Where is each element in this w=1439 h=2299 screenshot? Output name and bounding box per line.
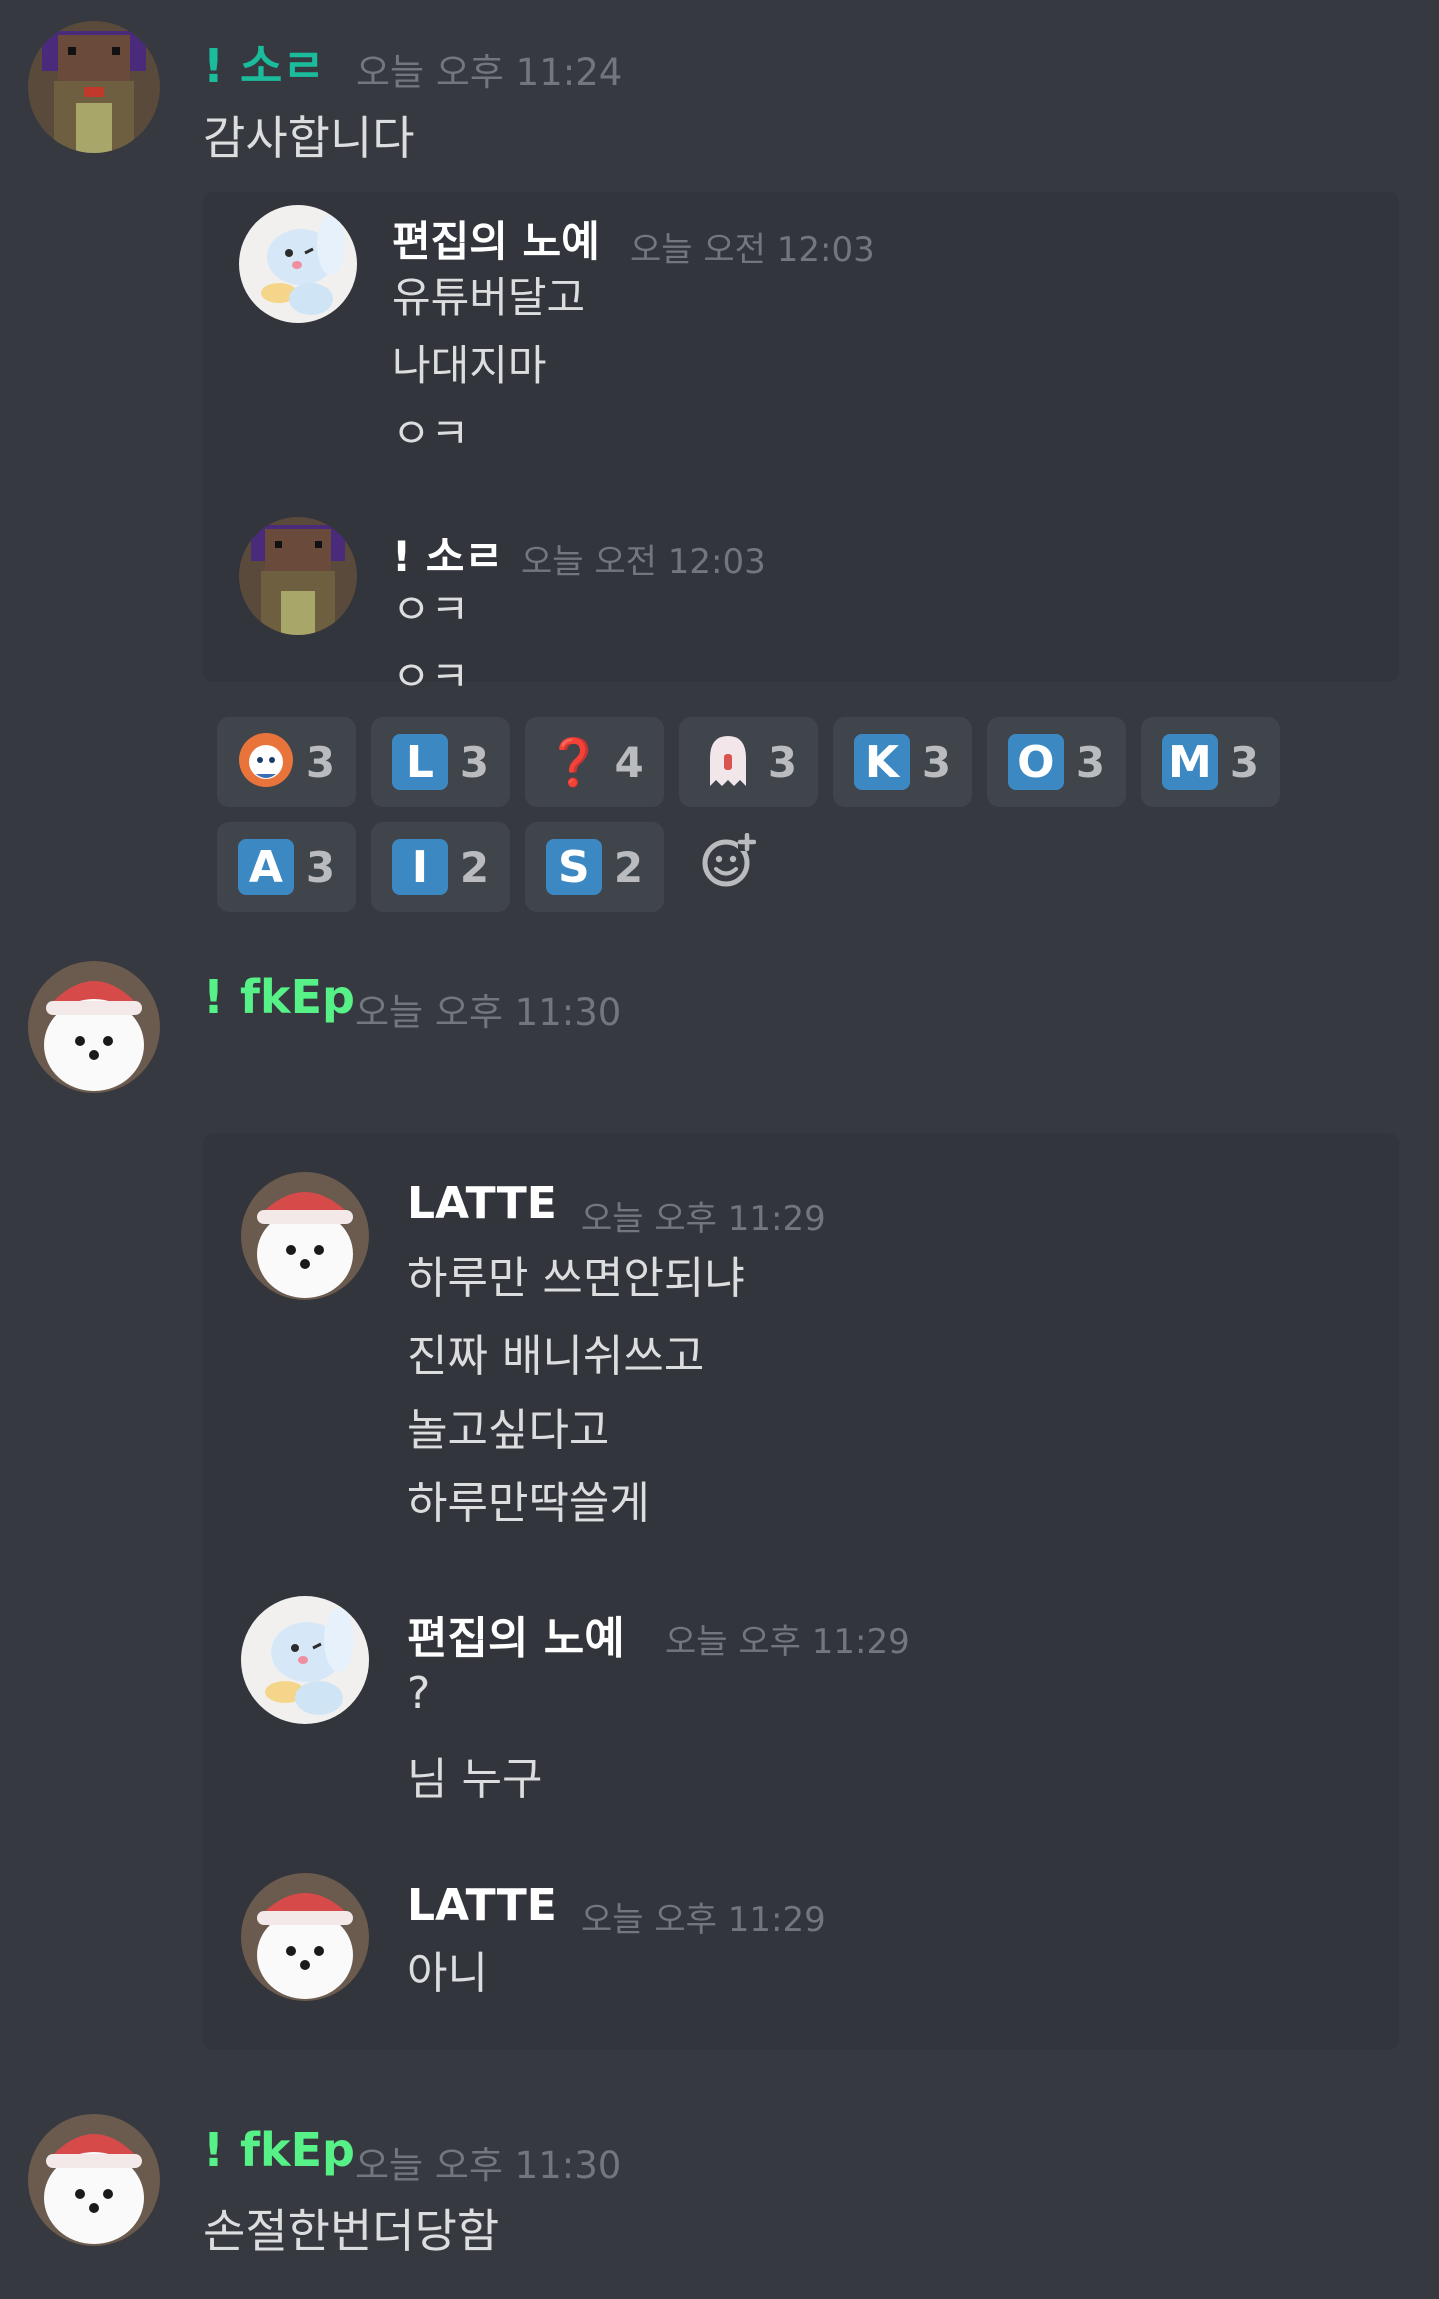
avatar[interactable] bbox=[241, 1172, 369, 1300]
avatar[interactable] bbox=[28, 21, 160, 153]
timestamp: 오늘 오후 11:29 bbox=[581, 1900, 826, 1940]
letter-k-icon: K bbox=[853, 734, 910, 790]
message-text: 아니 bbox=[407, 1948, 488, 1999]
author-name[interactable]: 편집의 노예 bbox=[407, 1602, 625, 1666]
timestamp: 오늘 오후 11:29 bbox=[581, 1199, 826, 1239]
timestamp: 오늘 오전 12:03 bbox=[630, 230, 875, 270]
message-text: ? bbox=[407, 1668, 431, 1719]
letter-s-icon: S bbox=[545, 839, 602, 895]
message-text: ㅇㅋ bbox=[392, 409, 470, 458]
author-name[interactable]: ! 소ㄹ bbox=[203, 30, 325, 96]
reaction-button[interactable]: O 3 bbox=[987, 717, 1126, 807]
timestamp: 오늘 오전 12:03 bbox=[521, 542, 766, 582]
author-name[interactable]: ! fkEp bbox=[203, 970, 355, 1024]
question-mark-icon: ❓ bbox=[545, 734, 603, 789]
message-text: 진짜 배니쉬쓰고 bbox=[407, 1331, 705, 1382]
reaction-button[interactable]: I 2 bbox=[371, 822, 510, 912]
avatar[interactable] bbox=[28, 961, 160, 1093]
message-text: 하루만 쓰면안되냐 bbox=[407, 1253, 745, 1304]
reaction-button[interactable]: L 3 bbox=[371, 717, 510, 807]
avatar[interactable] bbox=[239, 205, 357, 323]
letter-a-icon: A bbox=[237, 839, 294, 895]
message-text: 유튜버달고 bbox=[392, 273, 586, 322]
reaction-button[interactable]: 3 bbox=[679, 717, 818, 807]
reaction-button[interactable]: K 3 bbox=[833, 717, 972, 807]
message-text: 손절한번더당함 bbox=[203, 2204, 500, 2258]
letter-i-icon: I bbox=[391, 839, 448, 895]
reaction-count: 3 bbox=[305, 737, 336, 787]
reaction-count: 3 bbox=[1229, 737, 1260, 787]
reaction-count: 3 bbox=[921, 737, 952, 787]
author-name[interactable]: 편집의 노예 bbox=[392, 208, 600, 269]
author-name[interactable]: LATTE bbox=[407, 1178, 557, 1229]
reaction-button[interactable]: ❓ 4 bbox=[525, 717, 664, 807]
message-text: 나대지마 bbox=[392, 341, 547, 390]
reaction-button[interactable]: M 3 bbox=[1141, 717, 1280, 807]
reaction-button[interactable]: A 3 bbox=[217, 822, 356, 912]
letter-o-icon: O bbox=[1007, 734, 1064, 790]
author-name[interactable]: ! fkEp bbox=[203, 2123, 355, 2177]
letter-l-icon: L bbox=[391, 734, 448, 790]
message-text: ㅇㅋ bbox=[392, 652, 470, 701]
timestamp: 오늘 오후 11:29 bbox=[665, 1622, 910, 1662]
author-name[interactable]: LATTE bbox=[407, 1880, 557, 1931]
reaction-count: 4 bbox=[614, 737, 644, 787]
avatar-face-icon bbox=[238, 732, 294, 792]
timestamp: 오늘 오후 11:24 bbox=[356, 51, 623, 94]
letter-m-icon: M bbox=[1161, 734, 1218, 790]
author-name[interactable]: ! 소ㄹ bbox=[392, 523, 503, 584]
reaction-button[interactable]: 3 bbox=[217, 717, 356, 807]
reaction-count: 3 bbox=[767, 737, 798, 787]
ghost-face-icon bbox=[700, 732, 756, 792]
message-text: ㅇㅋ bbox=[392, 585, 470, 634]
avatar[interactable] bbox=[28, 2114, 160, 2246]
reaction-count: 2 bbox=[613, 842, 644, 892]
reaction-count: 2 bbox=[459, 842, 490, 892]
reaction-count: 3 bbox=[305, 842, 336, 892]
message-text: 놀고싶다고 bbox=[407, 1405, 610, 1456]
reaction-button[interactable]: S 2 bbox=[525, 822, 664, 912]
reaction-count: 3 bbox=[459, 737, 490, 787]
avatar[interactable] bbox=[241, 1596, 369, 1724]
message-text: 님 누구 bbox=[407, 1754, 543, 1805]
reaction-count: 3 bbox=[1075, 737, 1106, 787]
avatar[interactable] bbox=[241, 1873, 369, 2001]
timestamp: 오늘 오후 11:30 bbox=[355, 2144, 622, 2187]
avatar[interactable] bbox=[239, 517, 357, 635]
message-text: 감사합니다 bbox=[203, 111, 415, 165]
message-text: 하루만딱쓸게 bbox=[407, 1478, 650, 1529]
timestamp: 오늘 오후 11:30 bbox=[355, 991, 622, 1034]
add-reaction-icon[interactable] bbox=[700, 832, 757, 889]
